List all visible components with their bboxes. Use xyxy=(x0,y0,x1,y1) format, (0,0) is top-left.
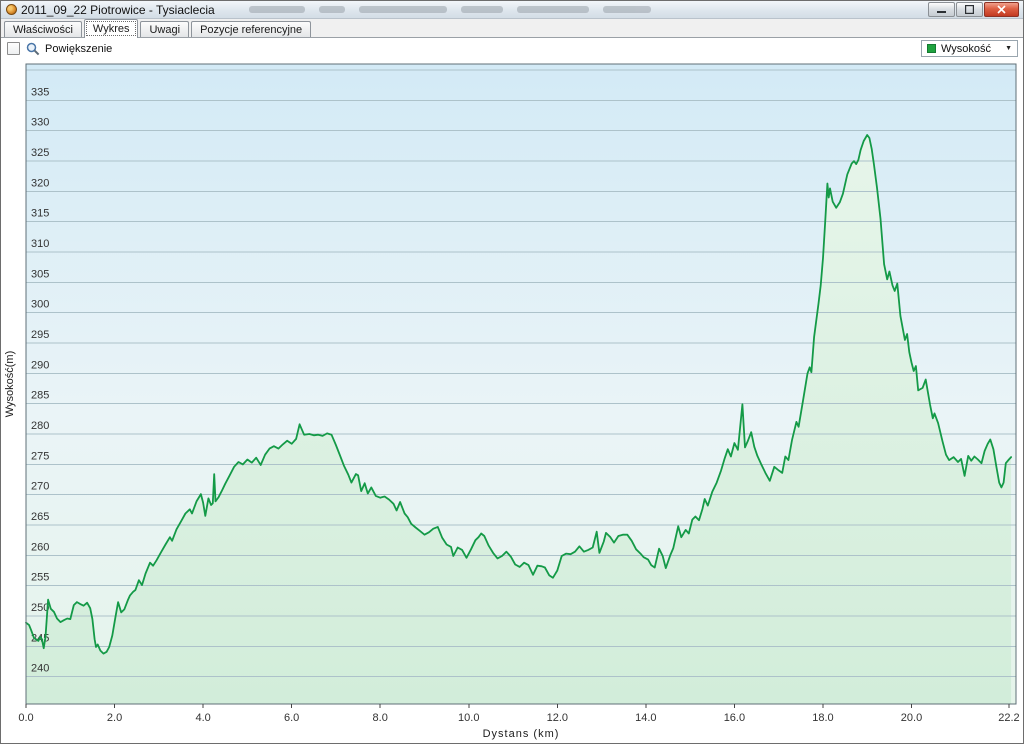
svg-text:240: 240 xyxy=(31,663,49,675)
svg-text:260: 260 xyxy=(31,541,49,553)
svg-text:8.0: 8.0 xyxy=(373,712,388,724)
svg-text:18.0: 18.0 xyxy=(812,712,833,724)
svg-text:315: 315 xyxy=(31,208,49,220)
svg-text:10.0: 10.0 xyxy=(458,712,479,724)
window-title: 2011_09_22 Piotrowice - Tysiaclecia xyxy=(21,3,215,17)
close-button[interactable] xyxy=(984,2,1019,17)
svg-text:255: 255 xyxy=(31,572,49,584)
close-icon xyxy=(997,5,1006,14)
title-bar: 2011_09_22 Piotrowice - Tysiaclecia xyxy=(1,1,1023,19)
tab-wlasciwosci[interactable]: Właściwości xyxy=(4,21,82,37)
tab-wykres[interactable]: Wykres xyxy=(84,19,139,38)
svg-text:310: 310 xyxy=(31,238,49,250)
minimize-icon xyxy=(937,5,946,14)
svg-text:6.0: 6.0 xyxy=(284,712,299,724)
tab-uwagi[interactable]: Uwagi xyxy=(140,21,189,37)
chart-toolbar: Powiększenie Wysokość ▼ xyxy=(1,38,1023,59)
svg-text:290: 290 xyxy=(31,359,49,371)
tab-pozycje-referencyjne[interactable]: Pozycje referencyjne xyxy=(191,21,311,37)
redacted-text-blur xyxy=(249,6,651,13)
svg-text:270: 270 xyxy=(31,481,49,493)
svg-text:285: 285 xyxy=(31,390,49,402)
svg-text:20.0: 20.0 xyxy=(901,712,922,724)
maximize-button[interactable] xyxy=(956,2,983,17)
legend-series-label: Wysokość xyxy=(941,43,991,55)
svg-text:325: 325 xyxy=(31,147,49,159)
legend-dropdown[interactable]: Wysokość ▼ xyxy=(921,40,1018,57)
elevation-chart[interactable]: 2402452502552602652702752802852902953003… xyxy=(1,59,1024,744)
app-icon xyxy=(6,4,17,15)
svg-text:300: 300 xyxy=(31,299,49,311)
svg-text:265: 265 xyxy=(31,511,49,523)
svg-text:305: 305 xyxy=(31,268,49,280)
svg-text:14.0: 14.0 xyxy=(635,712,656,724)
svg-text:275: 275 xyxy=(31,450,49,462)
svg-text:280: 280 xyxy=(31,420,49,432)
svg-text:0.0: 0.0 xyxy=(18,712,33,724)
x-axis-title: Dystans (km) xyxy=(483,728,560,740)
tab-strip: Właściwości Wykres Uwagi Pozycje referen… xyxy=(1,19,1023,38)
minimize-button[interactable] xyxy=(928,2,955,17)
y-axis-title: Wysokość(m) xyxy=(4,351,16,418)
svg-text:12.0: 12.0 xyxy=(547,712,568,724)
svg-text:22.2: 22.2 xyxy=(998,712,1019,724)
gridlines xyxy=(26,70,1016,677)
legend-series-swatch xyxy=(927,44,936,53)
svg-text:335: 335 xyxy=(31,86,49,98)
magnifier-icon xyxy=(26,42,40,56)
svg-text:2.0: 2.0 xyxy=(107,712,122,724)
svg-text:4.0: 4.0 xyxy=(195,712,210,724)
app-window: 2011_09_22 Piotrowice - Tysiaclecia Właś… xyxy=(0,0,1024,744)
chevron-down-icon: ▼ xyxy=(1005,45,1012,52)
svg-text:295: 295 xyxy=(31,329,49,341)
zoom-checkbox-label: Powiększenie xyxy=(45,43,112,55)
svg-text:330: 330 xyxy=(31,117,49,129)
maximize-icon xyxy=(965,5,974,14)
svg-text:16.0: 16.0 xyxy=(724,712,745,724)
chart-region: 2402452502552602652702752802852902953003… xyxy=(1,59,1023,744)
x-axis-ticks: 0.0 2.0 4.0 6.0 8.0 10.0 12.0 14.0 16.0 18.0 20.0 2… xyxy=(18,704,1019,724)
svg-text:320: 320 xyxy=(31,177,49,189)
zoom-checkbox[interactable] xyxy=(7,42,20,55)
